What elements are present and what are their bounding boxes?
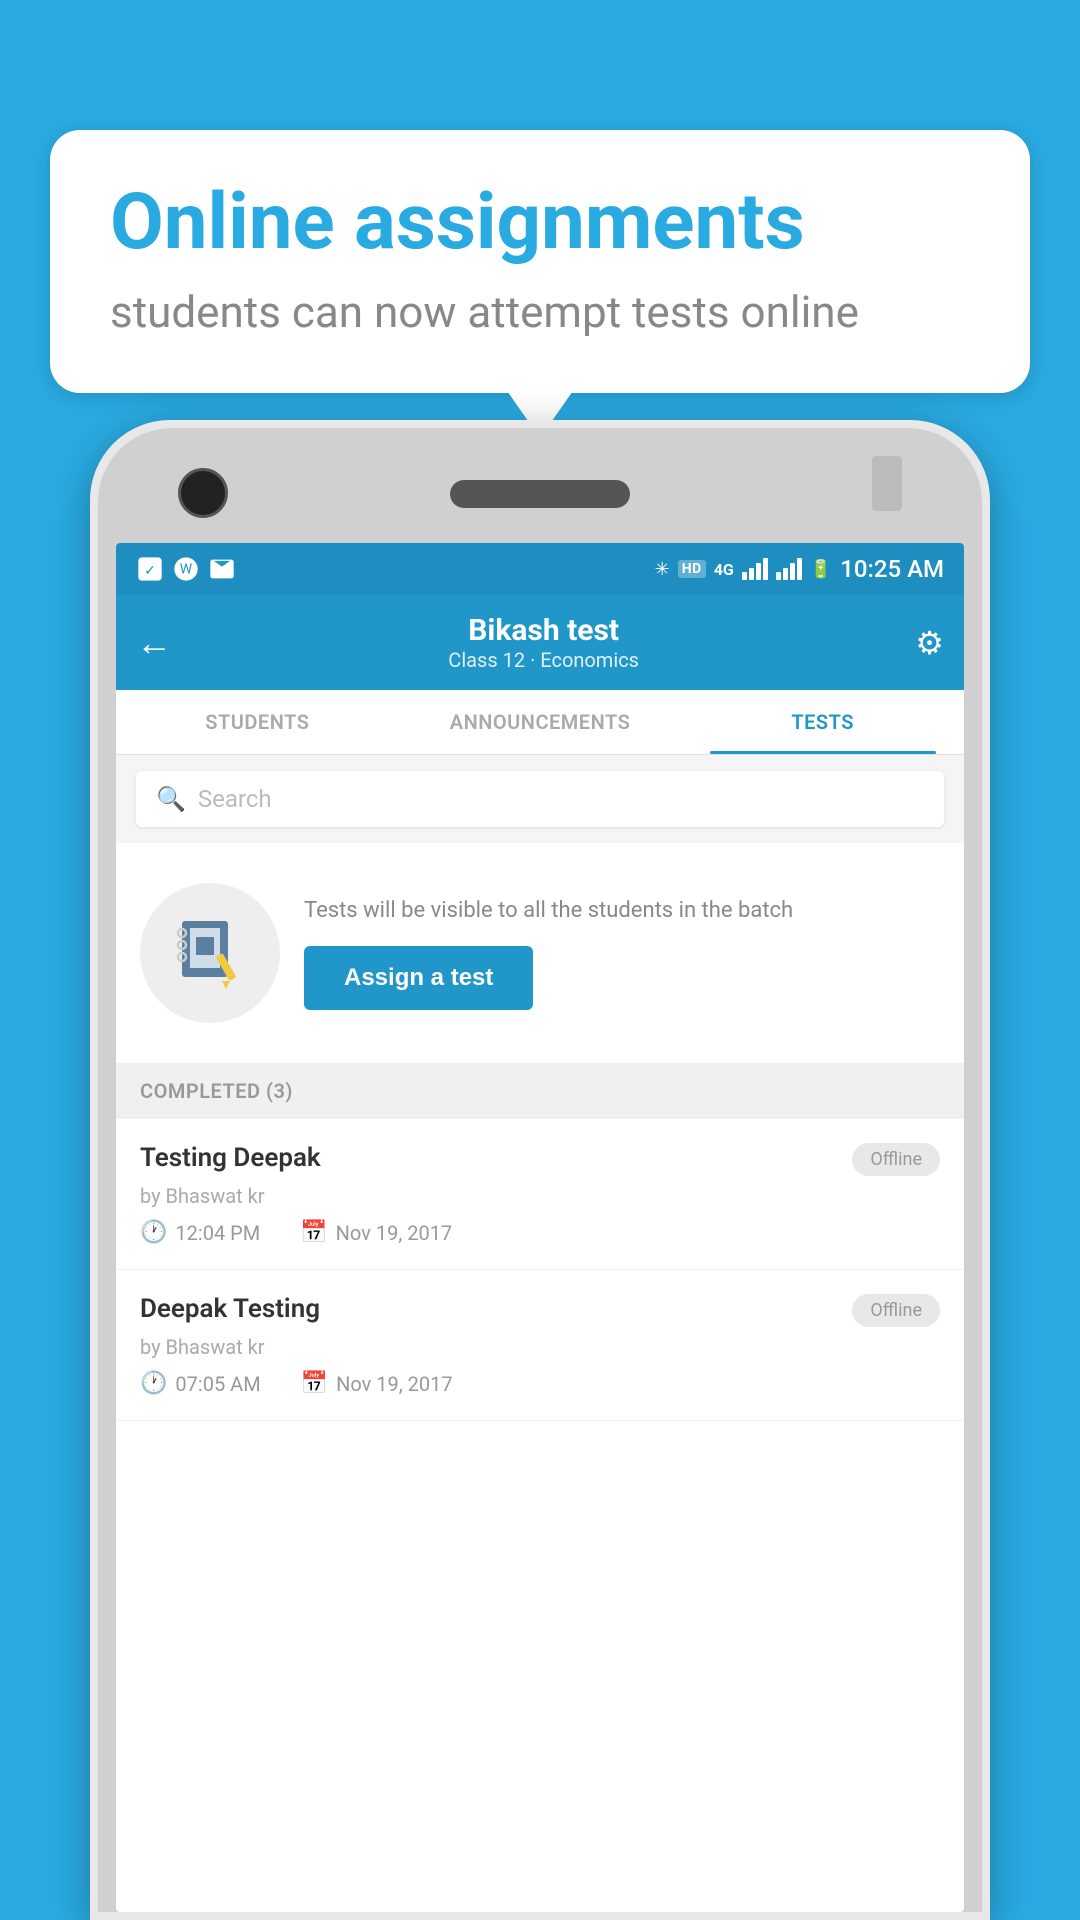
search-container: 🔍 Search: [116, 755, 964, 843]
info-description: Tests will be visible to all the student…: [304, 896, 940, 927]
test-name: Deepak Testing: [140, 1294, 320, 1324]
calendar-icon: 📅: [301, 1371, 328, 1396]
search-placeholder: Search: [198, 785, 272, 813]
notebook-icon: [170, 913, 250, 993]
test-meta: 🕐 12:04 PM 📅 Nov 19, 2017: [140, 1220, 940, 1245]
signal-bars: [742, 558, 768, 580]
test-date: 📅 Nov 19, 2017: [300, 1220, 452, 1245]
bluetooth-icon: ✳: [655, 559, 670, 580]
assign-test-button[interactable]: Assign a test: [304, 946, 533, 1010]
calendar-icon: 📅: [300, 1220, 327, 1245]
completed-header: COMPLETED (3): [116, 1063, 964, 1119]
phone-frame: ✓ W ✳ HD 4G: [90, 420, 990, 1920]
class-title: Bikash test: [448, 613, 639, 648]
clock-icon: 🕐: [140, 1220, 167, 1245]
test-meta: 🕐 07:05 AM 📅 Nov 19, 2017: [140, 1371, 940, 1396]
status-badge: Offline: [852, 1143, 940, 1176]
info-section: Tests will be visible to all the student…: [116, 843, 964, 1063]
svg-text:✓: ✓: [144, 563, 156, 579]
back-button[interactable]: ←: [136, 622, 172, 664]
info-right: Tests will be visible to all the student…: [304, 896, 940, 1011]
phone-inner: ✓ W ✳ HD 4G: [98, 428, 982, 1912]
test-item-header: Testing Deepak Offline: [140, 1143, 940, 1176]
bubble-title: Online assignments: [110, 180, 970, 266]
test-time: 🕐 12:04 PM: [140, 1220, 260, 1245]
test-item[interactable]: Deepak Testing Offline by Bhaswat kr 🕐 0…: [116, 1270, 964, 1421]
class-subtitle: Class 12 · Economics: [448, 648, 639, 672]
hd-badge: HD: [678, 560, 706, 578]
notification-icon-3: [208, 555, 236, 583]
tab-announcements[interactable]: ANNOUNCEMENTS: [399, 690, 682, 754]
status-badge: Offline: [852, 1294, 940, 1327]
battery-icon: 🔋: [810, 559, 832, 580]
tabs: STUDENTS ANNOUNCEMENTS TESTS: [116, 690, 964, 755]
status-icons-right: ✳ HD 4G: [655, 555, 944, 583]
status-icons-left: ✓ W: [136, 555, 236, 583]
notification-icon-1: ✓: [136, 555, 164, 583]
search-icon: 🔍: [156, 785, 186, 813]
test-item[interactable]: Testing Deepak Offline by Bhaswat kr 🕐 1…: [116, 1119, 964, 1270]
tab-tests[interactable]: TESTS: [681, 690, 964, 754]
speech-bubble: Online assignments students can now atte…: [50, 130, 1030, 393]
clock-icon: 🕐: [140, 1371, 167, 1396]
camera-icon: [178, 468, 228, 518]
tab-students[interactable]: STUDENTS: [116, 690, 399, 754]
settings-icon[interactable]: ⚙: [915, 624, 944, 662]
app-header: ← Bikash test Class 12 · Economics ⚙: [116, 595, 964, 690]
status-bar: ✓ W ✳ HD 4G: [116, 543, 964, 595]
test-name: Testing Deepak: [140, 1143, 321, 1173]
test-time: 🕐 07:05 AM: [140, 1371, 261, 1396]
svg-text:W: W: [180, 562, 193, 578]
bubble-subtitle: students can now attempt tests online: [110, 286, 970, 338]
test-author: by Bhaswat kr: [140, 1184, 940, 1208]
signal-bars-2: [776, 558, 802, 580]
network-badge: 4G: [714, 560, 734, 579]
side-button: [872, 456, 902, 511]
notification-icon-2: W: [172, 555, 200, 583]
header-center: Bikash test Class 12 · Economics: [448, 613, 639, 672]
status-time: 10:25 AM: [840, 555, 944, 583]
test-author: by Bhaswat kr: [140, 1335, 940, 1359]
test-icon-circle: [140, 883, 280, 1023]
test-item-header: Deepak Testing Offline: [140, 1294, 940, 1327]
phone-screen: ✓ W ✳ HD 4G: [116, 543, 964, 1912]
speaker: [450, 480, 630, 508]
search-bar[interactable]: 🔍 Search: [136, 771, 944, 827]
test-date: 📅 Nov 19, 2017: [301, 1371, 453, 1396]
